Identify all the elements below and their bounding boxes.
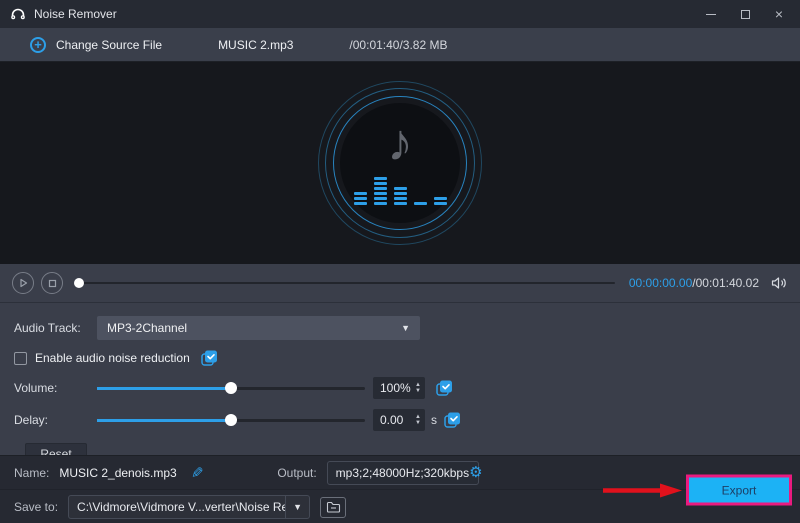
source-bar: + Change Source File MUSIC 2.mp3 /00:01:…	[0, 28, 800, 62]
maximize-button[interactable]	[734, 5, 756, 23]
delay-slider-thumb[interactable]	[225, 414, 237, 426]
apply-to-all-icon[interactable]	[200, 349, 219, 367]
time-display: 00:00:00.00/00:01:40.02	[629, 276, 759, 290]
close-button[interactable]: ×	[768, 5, 790, 23]
delay-unit-label: s	[431, 413, 437, 427]
music-note-icon: ♪	[387, 117, 413, 169]
save-to-path: C:\Vidmore\Vidmore V...verter\Noise Remo…	[69, 500, 285, 514]
save-to-label: Save to:	[14, 500, 58, 514]
red-arrow-icon	[603, 481, 683, 499]
volume-slider-thumb[interactable]	[225, 382, 237, 394]
footer: Name: MUSIC 2_denois.mp3 ✎ Output: mp3;2…	[0, 455, 800, 523]
delay-spin-arrows[interactable]: ▲▼	[415, 414, 421, 426]
maximize-icon	[741, 10, 750, 19]
source-file-name: MUSIC 2.mp3	[218, 38, 293, 52]
artwork-disc: ♪	[340, 103, 460, 223]
save-to-select[interactable]: C:\Vidmore\Vidmore V...verter\Noise Remo…	[68, 495, 310, 519]
noise-remover-window: Noise Remover × + Change Source File MUS…	[0, 0, 800, 523]
open-folder-button[interactable]	[320, 497, 346, 518]
noise-reduction-row: Enable audio noise reduction	[14, 347, 786, 369]
chevron-down-icon: ▼	[401, 323, 410, 333]
speaker-icon	[771, 276, 788, 290]
spin-down-icon[interactable]: ▼	[415, 388, 421, 394]
spin-down-icon[interactable]: ▼	[415, 420, 421, 426]
play-icon	[18, 278, 28, 288]
minimize-icon	[706, 14, 716, 15]
noise-reduction-checkbox[interactable]	[14, 352, 27, 365]
window-title: Noise Remover	[34, 7, 117, 21]
progress-slider[interactable]	[79, 276, 615, 290]
gear-icon[interactable]: ⚙	[469, 465, 482, 480]
volume-spinner[interactable]: 100% ▲▼	[373, 377, 425, 399]
stop-icon	[48, 279, 57, 288]
delay-slider[interactable]	[97, 413, 365, 427]
headphones-icon	[10, 7, 26, 21]
stop-button[interactable]	[41, 272, 63, 294]
delay-label: Delay:	[14, 413, 97, 427]
volume-slider-fill	[97, 387, 231, 390]
volume-spin-arrows[interactable]: ▲▼	[415, 382, 421, 394]
export-button[interactable]: Export	[686, 475, 792, 506]
progress-slider-thumb[interactable]	[74, 278, 84, 288]
audio-track-row: Audio Track: MP3-2Channel ▼	[14, 315, 786, 341]
noise-reduction-label: Enable audio noise reduction	[35, 351, 190, 365]
add-source-icon[interactable]: +	[30, 37, 46, 53]
audio-artwork: ♪	[318, 81, 482, 245]
change-source-file-button[interactable]: Change Source File	[56, 38, 162, 52]
export-callout: Export	[603, 475, 792, 506]
source-file-info: /00:01:40/3.82 MB	[349, 38, 447, 52]
title-bar: Noise Remover ×	[0, 0, 800, 28]
equalizer-icon	[354, 171, 447, 205]
output-format-field[interactable]: mp3;2;48000Hz;320kbps ⚙	[327, 461, 479, 485]
time-total: /00:01:40.02	[692, 276, 759, 290]
delay-value: 0.00	[380, 413, 403, 427]
preview-area: ♪	[0, 62, 800, 264]
output-format-value: mp3;2;48000Hz;320kbps	[336, 466, 469, 480]
playback-bar: 00:00:00.00/00:01:40.02	[0, 264, 800, 302]
output-file-name: MUSIC 2_denois.mp3	[59, 466, 176, 480]
time-current: 00:00:00.00	[629, 276, 692, 290]
settings-panel: Audio Track: MP3-2Channel ▼ Enable audio…	[0, 302, 800, 455]
minimize-button[interactable]	[700, 5, 722, 23]
delay-slider-fill	[97, 419, 231, 422]
save-to-caret-icon[interactable]: ▼	[285, 496, 309, 518]
audio-track-label: Audio Track:	[14, 321, 97, 335]
volume-value: 100%	[380, 381, 411, 395]
volume-apply-to-all-icon[interactable]	[435, 379, 454, 397]
close-icon: ×	[775, 7, 783, 21]
volume-slider[interactable]	[97, 381, 365, 395]
output-label: Output:	[277, 466, 316, 480]
audio-track-value: MP3-2Channel	[107, 321, 187, 335]
edit-name-icon[interactable]: ✎	[191, 464, 204, 482]
delay-spinner[interactable]: 0.00 ▲▼	[373, 409, 425, 431]
volume-button[interactable]	[771, 276, 788, 290]
delay-apply-to-all-icon[interactable]	[443, 411, 462, 429]
progress-track	[79, 282, 615, 284]
delay-row: Delay: 0.00 ▲▼ s	[14, 407, 786, 433]
volume-label: Volume:	[14, 381, 97, 395]
volume-row: Volume: 100% ▲▼	[14, 375, 786, 401]
folder-icon	[326, 501, 341, 513]
audio-track-select[interactable]: MP3-2Channel ▼	[97, 316, 420, 340]
play-button[interactable]	[12, 272, 34, 294]
name-label: Name:	[14, 466, 49, 480]
